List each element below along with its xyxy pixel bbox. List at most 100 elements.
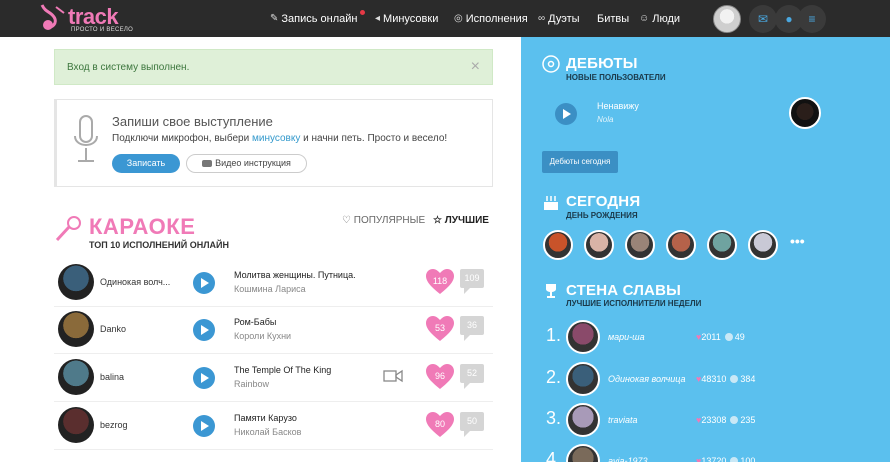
debut-user[interactable]: Nola	[597, 115, 613, 124]
record-subtitle: Подключи микрофон, выбери минусовку и на…	[112, 133, 447, 144]
likes-count: 80	[434, 419, 445, 429]
nav-label: Люди	[652, 12, 681, 25]
fame-likes: 13720	[701, 456, 727, 462]
comment-icon	[730, 457, 739, 462]
nav-people[interactable]: ☺ Люди	[639, 0, 680, 37]
record-button[interactable]: Записать	[112, 154, 180, 173]
birthday-avatar[interactable]	[584, 230, 614, 260]
fame-title: СТЕНА СЛАВЫ	[566, 282, 681, 299]
song-artist: Rainbow	[234, 379, 270, 389]
song-title[interactable]: Молитва женщины. Путница.	[234, 270, 356, 280]
right-sidebar: ДЕБЮТЫ НОВЫЕ ПОЛЬЗОВАТЕЛИ Ненавижу Nola …	[521, 37, 890, 462]
comments-count[interactable]: 50	[460, 412, 484, 437]
fame-subtitle: ЛУЧШИЕ ИСПОЛНИТЕЛИ НЕДЕЛИ	[566, 299, 702, 308]
avatar[interactable]	[58, 311, 94, 347]
fame-user-name[interactable]: avia-1973	[608, 456, 648, 462]
birthday-avatar[interactable]	[707, 230, 737, 260]
comments-count[interactable]: 109	[460, 269, 484, 294]
birthday-avatar[interactable]	[748, 230, 778, 260]
debut-song[interactable]: Ненавижу	[597, 101, 639, 111]
likes-count: 96	[434, 371, 445, 381]
video-guide-label: Видео инструкция	[215, 158, 291, 168]
table-row[interactable]: Одинокая волч... Молитва женщины. Путниц…	[54, 260, 493, 307]
video-guide-button[interactable]: Видео инструкция	[186, 154, 307, 173]
debuts-today-button[interactable]: Дебюты сегодня	[542, 151, 618, 173]
debut-avatar[interactable]	[789, 97, 821, 129]
nav-minus[interactable]: ◂ Минусовки	[375, 0, 438, 37]
birthday-avatar[interactable]	[543, 230, 573, 260]
avatar[interactable]	[566, 362, 600, 396]
fame-user-name[interactable]: мари-ша	[608, 332, 645, 342]
messages-button[interactable]: ✉	[749, 5, 777, 33]
song-title[interactable]: Ром-Бабы	[234, 317, 276, 327]
rank-number: 3.	[546, 408, 562, 428]
tab-label: ПОПУЛЯРНЫЕ	[353, 215, 426, 226]
logo[interactable]: track ПРОСТО И ВЕСЕЛО	[40, 3, 135, 35]
fame-likes: 23308	[701, 415, 727, 425]
avatar[interactable]	[566, 403, 600, 437]
song-title[interactable]: The Temple Of The King	[234, 365, 331, 375]
trophy-icon	[546, 284, 556, 298]
nav-battles[interactable]: Битвы	[597, 0, 629, 37]
play-button[interactable]	[193, 272, 215, 294]
play-button[interactable]	[193, 319, 215, 341]
duet-icon: ∞	[538, 13, 546, 24]
chat-icon: ●	[785, 12, 793, 26]
comments-count[interactable]: 52	[460, 364, 484, 389]
alert-text: Вход в систему выполнен.	[67, 62, 190, 73]
star-outline-icon: ☆	[433, 215, 442, 226]
nav-label: Битвы	[597, 12, 630, 25]
table-row[interactable]: balina The Temple Of The King Rainbow 96…	[54, 355, 493, 402]
menu-button[interactable]: ≡	[798, 5, 826, 33]
minus-link[interactable]: минусовку	[252, 133, 300, 144]
song-title[interactable]: Памяти Карузо	[234, 413, 297, 423]
song-artist: Николай Басков	[234, 427, 302, 437]
fame-comments: 100	[740, 456, 756, 462]
performer-name[interactable]: balina	[100, 372, 172, 382]
play-button[interactable]	[193, 415, 215, 437]
login-success-alert: Вход в систему выполнен. ×	[54, 49, 493, 85]
fame-comments: 384	[740, 374, 756, 384]
video-camera-icon	[383, 369, 403, 383]
comments-count[interactable]: 36	[460, 316, 484, 341]
play-button[interactable]	[555, 103, 577, 125]
performer-name[interactable]: Danko	[100, 324, 172, 334]
avatar[interactable]	[58, 264, 94, 300]
rank-number: 1.	[546, 325, 562, 345]
record-panel: Запиши свое выступление Подключи микрофо…	[54, 99, 493, 187]
play-button[interactable]	[193, 367, 215, 389]
table-row[interactable]: bezrog Памяти Карузо Николай Басков 80 5…	[54, 403, 493, 450]
close-icon[interactable]: ×	[471, 58, 480, 76]
fame-user-name[interactable]: Одинокая волчица	[608, 374, 686, 384]
performer-name[interactable]: Одинокая волч...	[100, 277, 172, 287]
rank-number: 4.	[546, 449, 562, 462]
birthday-avatar[interactable]	[625, 230, 655, 260]
fame-user-name[interactable]: traviata	[608, 415, 638, 425]
birthday-avatar[interactable]	[666, 230, 696, 260]
nav-duets[interactable]: ∞ Дуэты	[538, 0, 580, 37]
notification-dot	[359, 10, 365, 15]
comment-icon	[724, 333, 733, 341]
fame-stats: ♥2011 49	[696, 332, 745, 342]
nav-record-online[interactable]: ✎ Запись онлайн	[270, 0, 365, 37]
avatar[interactable]	[58, 359, 94, 395]
avatar[interactable]	[58, 407, 94, 443]
nav-performances[interactable]: ◎ Исполнения	[454, 0, 528, 37]
user-avatar[interactable]	[713, 5, 741, 33]
karaoke-title: КАРАОКЕ	[89, 214, 196, 239]
fame-comments: 49	[734, 332, 745, 342]
comment-icon	[730, 416, 739, 424]
person-icon: ☺	[639, 13, 650, 24]
more-icon[interactable]: •••	[790, 233, 805, 249]
hamburger-icon: ≡	[808, 12, 816, 26]
avatar[interactable]	[566, 320, 600, 354]
karaoke-mic-icon	[55, 216, 81, 242]
table-row[interactable]: Danko Ром-Бабы Короли Кухни 53 36	[54, 307, 493, 354]
tab-best[interactable]: ☆ ЛУЧШИЕ	[433, 215, 489, 226]
performer-name[interactable]: bezrog	[100, 420, 172, 430]
tab-popular[interactable]: ♡ ПОПУЛЯРНЫЕ	[342, 215, 425, 226]
likes-count: 53	[434, 323, 445, 333]
mic-icon: ✎	[270, 13, 279, 24]
nav-label: Минусовки	[383, 12, 439, 25]
avatar[interactable]	[566, 444, 600, 462]
